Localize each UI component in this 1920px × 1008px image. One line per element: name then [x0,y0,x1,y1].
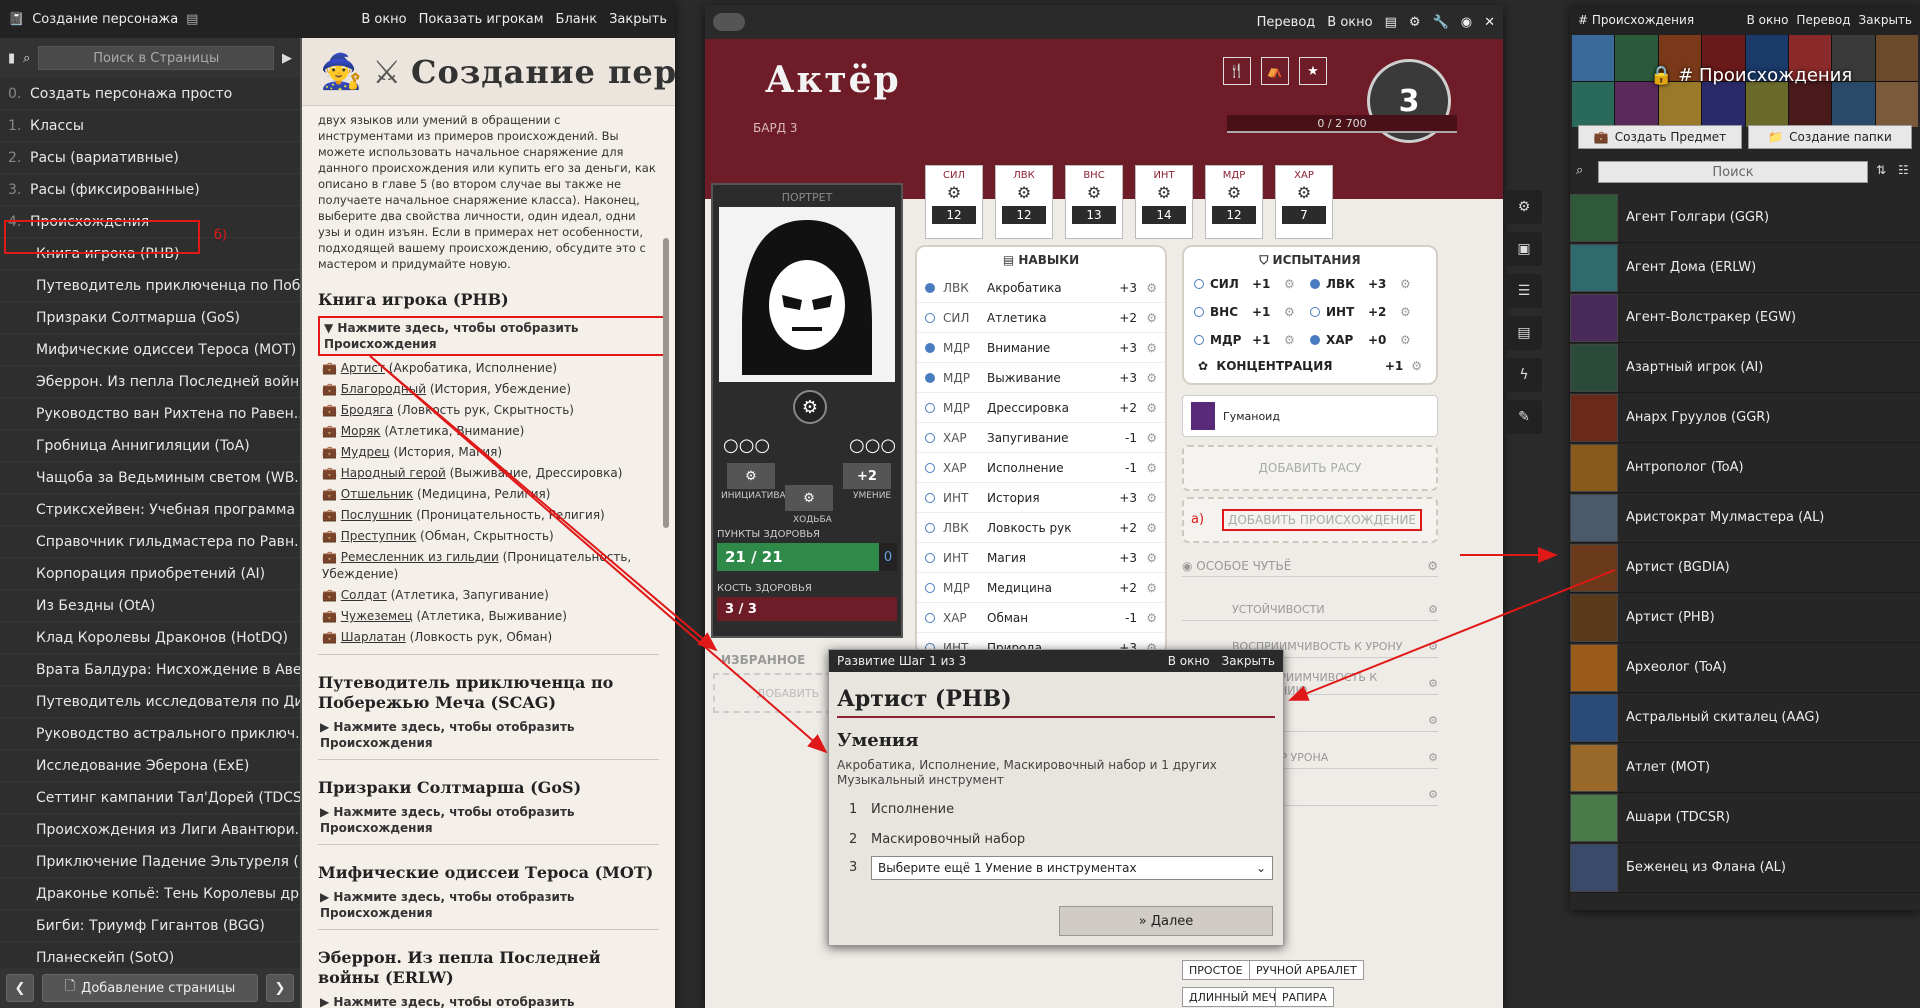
arrow-artist-to-sheet [369,355,718,652]
arrow-compendium-to-dialog [1288,569,1616,701]
annotation-arrows [369,355,1616,754]
